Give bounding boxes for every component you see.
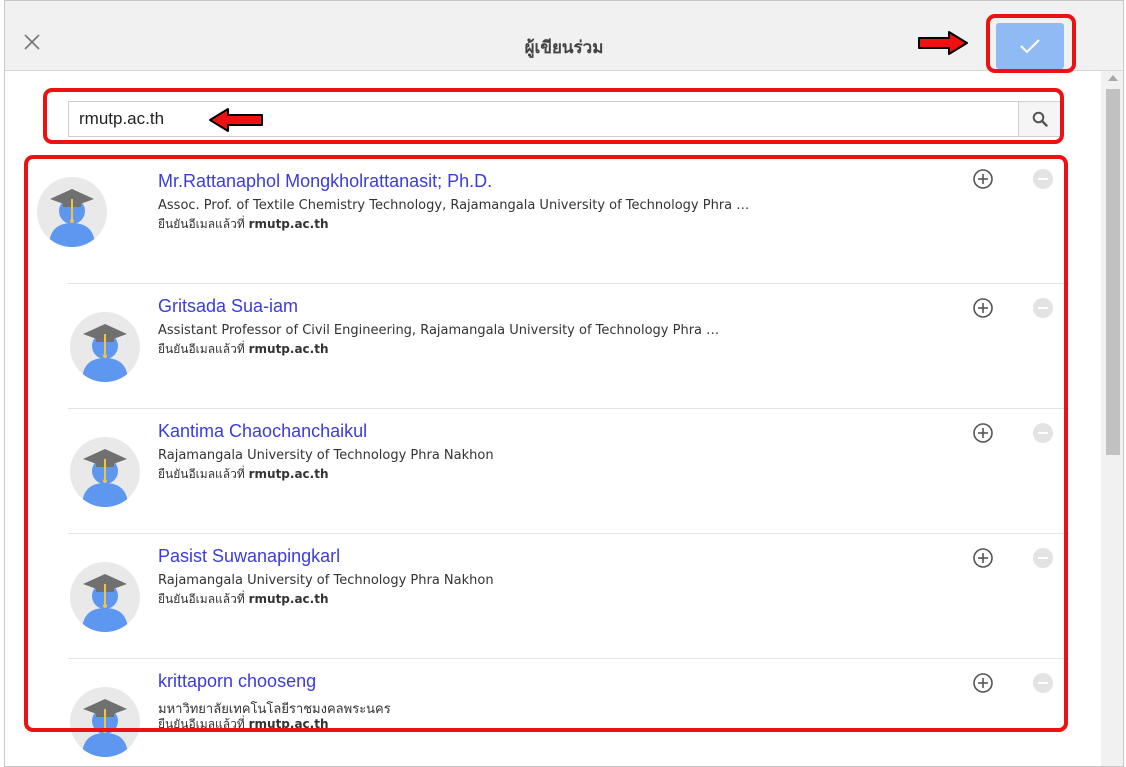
verified-domain: rmutp.ac.th	[248, 717, 329, 731]
remove-circle-icon[interactable]	[1031, 546, 1055, 570]
remove-circle-icon[interactable]	[1031, 421, 1055, 445]
verified-email: ยืนยันอีเมลแล้วที่ rmutp.ac.th	[158, 340, 329, 359]
search-button[interactable]	[1018, 102, 1061, 136]
scroll-up-arrow-icon[interactable]	[1108, 75, 1118, 81]
verified-label: ยืนยันอีเมลแล้วที่	[158, 592, 245, 606]
verified-email: ยืนยันอีเมลแล้วที่ rmutp.ac.th	[158, 215, 329, 234]
graduate-avatar-icon	[82, 324, 128, 382]
avatar	[70, 687, 140, 757]
dialog-titlebar: ผู้เขียนร่วม	[5, 1, 1123, 71]
add-circle-icon[interactable]	[971, 296, 995, 320]
checkmark-icon	[1020, 39, 1040, 54]
verified-domain: rmutp.ac.th	[248, 217, 329, 231]
remove-circle-icon[interactable]	[1031, 296, 1055, 320]
dialog-title: ผู้เขียนร่วม	[524, 38, 604, 58]
avatar	[70, 437, 140, 507]
remove-circle-icon[interactable]	[1031, 167, 1055, 191]
verified-label: ยืนยันอีเมลแล้วที่	[158, 217, 245, 231]
remove-circle-icon[interactable]	[1031, 671, 1055, 695]
verified-email: ยืนยันอีเมลแล้วที่ rmutp.ac.th	[158, 465, 329, 484]
verified-email: ยืนยันอีเมลแล้วที่ rmutp.ac.th	[158, 715, 329, 734]
verified-label: ยืนยันอีเมลแล้วที่	[158, 717, 245, 731]
list-item: krittaporn chooseng มหาวิทยาลัยเทคโนโลยี…	[35, 659, 1069, 766]
scrollbar[interactable]	[1101, 71, 1123, 766]
search-input[interactable]	[69, 102, 1019, 136]
list-item: Mr.Rattanaphol Mongkholrattanasit; Ph.D.…	[35, 159, 1069, 284]
add-circle-icon[interactable]	[971, 546, 995, 570]
author-name-link[interactable]: Gritsada Sua-iam	[158, 296, 298, 317]
author-affiliation: Rajamangala University of Technology Phr…	[158, 573, 494, 588]
add-circle-icon[interactable]	[971, 671, 995, 695]
list-item: Kantima Chaochanchaikul Rajamangala Univ…	[35, 409, 1069, 534]
verified-domain: rmutp.ac.th	[248, 467, 329, 481]
avatar	[37, 177, 107, 247]
avatar	[70, 312, 140, 382]
graduate-avatar-icon	[49, 189, 95, 247]
confirm-button[interactable]	[996, 23, 1064, 69]
scroll-thumb[interactable]	[1106, 89, 1120, 455]
verified-label: ยืนยันอีเมลแล้วที่	[158, 467, 245, 481]
author-name-link[interactable]: Mr.Rattanaphol Mongkholrattanasit; Ph.D.	[158, 171, 492, 192]
coauthors-dialog: ผู้เขียนร่วม rmutp.ac.th Mr.Rattanaphol …	[4, 0, 1124, 767]
verified-domain: rmutp.ac.th	[248, 592, 329, 606]
verified-domain: rmutp.ac.th	[248, 342, 329, 356]
avatar	[70, 562, 140, 632]
list-item: Gritsada Sua-iam Assistant Professor of …	[35, 284, 1069, 409]
graduate-avatar-icon	[82, 574, 128, 632]
list-item: Pasist Suwanapingkarl Rajamangala Univer…	[35, 534, 1069, 659]
author-name-link[interactable]: krittaporn chooseng	[158, 671, 316, 692]
add-circle-icon[interactable]	[971, 421, 995, 445]
author-affiliation: Assoc. Prof. of Textile Chemistry Techno…	[158, 198, 750, 213]
results-list: Mr.Rattanaphol Mongkholrattanasit; Ph.D.…	[35, 159, 1069, 766]
author-affiliation: Assistant Professor of Civil Engineering…	[158, 323, 720, 338]
add-circle-icon[interactable]	[971, 167, 995, 191]
graduate-avatar-icon	[82, 699, 128, 757]
graduate-avatar-icon	[82, 449, 128, 507]
author-affiliation: Rajamangala University of Technology Phr…	[158, 448, 494, 463]
search-icon	[1032, 111, 1048, 127]
author-name-link[interactable]: Kantima Chaochanchaikul	[158, 421, 367, 442]
author-name-link[interactable]: Pasist Suwanapingkarl	[158, 546, 340, 567]
search-box	[68, 101, 1062, 137]
verified-email: ยืนยันอีเมลแล้วที่ rmutp.ac.th	[158, 590, 329, 609]
verified-label: ยืนยันอีเมลแล้วที่	[158, 342, 245, 356]
